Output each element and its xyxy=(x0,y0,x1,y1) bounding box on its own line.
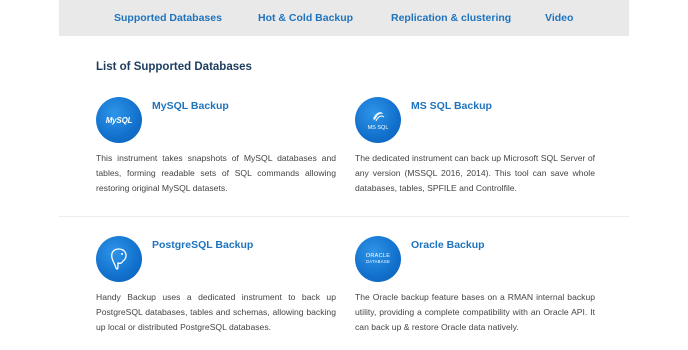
mssql-swirl-icon xyxy=(373,112,385,122)
card-desc-oracle: The Oracle backup feature bases on a RMA… xyxy=(355,292,595,332)
mssql-logo-text: MS SQL xyxy=(367,125,389,131)
card-postgresql: PostgreSQL Backup Handy Backup uses a de… xyxy=(96,236,336,336)
card-desc-postgresql: Handy Backup uses a dedicated instrument… xyxy=(96,292,336,332)
mysql-logo-icon[interactable]: MySQL xyxy=(96,97,142,143)
card-mysql: MySQL MySQL Backup This instrument takes… xyxy=(96,97,336,197)
card-desc-mssql: The dedicated instrument can back up Mic… xyxy=(355,153,595,193)
card-desc-mysql: This instrument takes snapshots of MySQL… xyxy=(96,153,336,193)
section-divider xyxy=(59,216,629,217)
card-title-mssql[interactable]: MS SQL Backup xyxy=(411,100,492,112)
nav-supported-databases[interactable]: Supported Databases xyxy=(114,12,222,24)
nav-replication-clustering[interactable]: Replication & clustering xyxy=(391,12,511,24)
card-title-oracle[interactable]: Oracle Backup xyxy=(411,239,485,251)
mssql-logo-icon[interactable]: MS SQL xyxy=(355,97,401,143)
card-mssql: MS SQL MS SQL Backup The dedicated instr… xyxy=(355,97,595,197)
mysql-logo-text: MySQL xyxy=(105,115,133,125)
oracle-logo-icon[interactable]: ORACLE DATABASE xyxy=(355,236,401,282)
card-title-postgresql[interactable]: PostgreSQL Backup xyxy=(152,239,253,251)
elephant-icon xyxy=(111,248,127,270)
postgresql-logo-icon[interactable] xyxy=(96,236,142,282)
card-title-mysql[interactable]: MySQL Backup xyxy=(152,100,229,112)
top-nav-bar: Supported Databases Hot & Cold Backup Re… xyxy=(59,0,629,36)
nav-video[interactable]: Video xyxy=(545,12,573,24)
section-title: List of Supported Databases xyxy=(96,61,252,73)
card-oracle: ORACLE DATABASE Oracle Backup The Oracle… xyxy=(355,236,595,336)
oracle-logo-subtext: DATABASE xyxy=(365,259,391,265)
nav-hot-cold-backup[interactable]: Hot & Cold Backup xyxy=(258,12,353,24)
